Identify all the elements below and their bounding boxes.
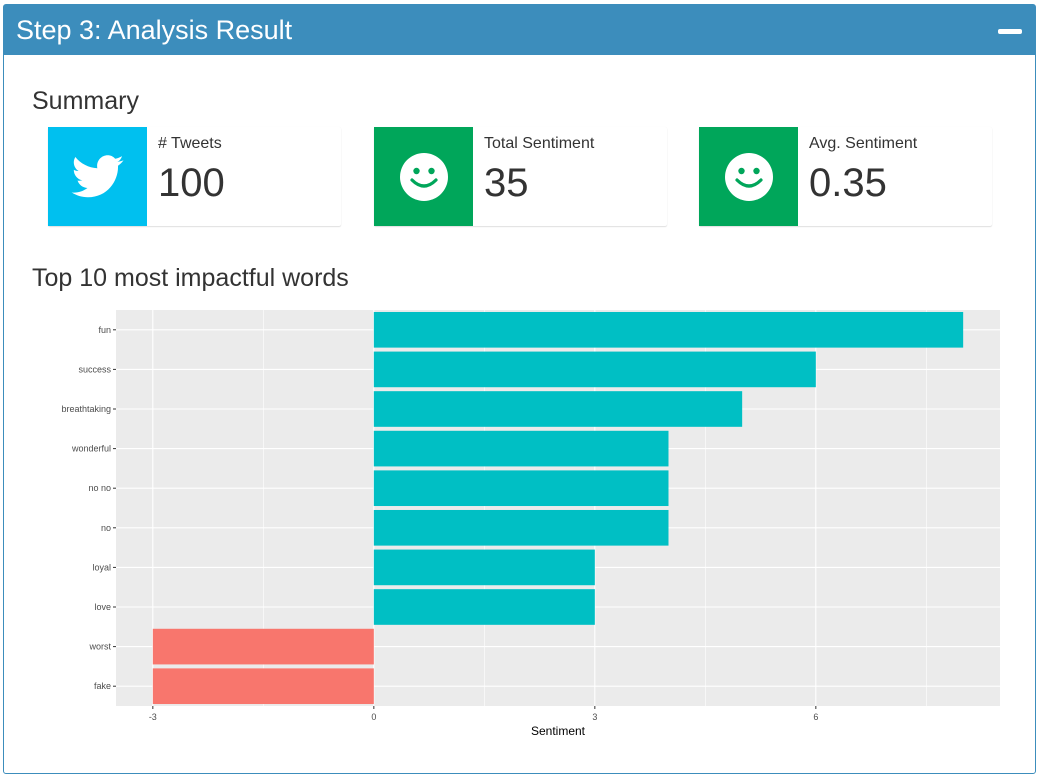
sentiment-bar-chart: fun success breathtaking wonderful no no no lo… [61,310,1000,738]
y-tick-label: breathtaking [61,404,111,414]
y-tick-label: no [101,523,111,533]
bar-fun [373,311,964,348]
x-tick-label: -3 [149,712,157,722]
bar-worst [152,628,374,665]
y-tick-label: fun [98,325,111,335]
bar-success [373,351,816,388]
bar-wonderful [373,430,669,467]
y-tick-label: loyal [92,562,111,572]
bar-loyal [373,549,595,586]
x-tick-label: 6 [813,712,818,722]
y-tick-label: love [94,602,111,612]
y-tick-label: wonderful [71,444,111,454]
x-axis-title: Sentiment [531,724,586,738]
bar-breathtaking [373,391,743,427]
bar-no [373,509,669,546]
y-tick-label: fake [94,681,111,691]
y-tick-label: no no [88,483,111,493]
bar-fake [152,668,374,705]
x-tick-label: 3 [592,712,597,722]
bar-love [373,589,595,625]
y-tick-label: success [78,364,111,374]
x-tick-label: 0 [371,712,376,722]
bar-no-no [373,470,669,507]
y-tick-label: worst [88,642,111,652]
